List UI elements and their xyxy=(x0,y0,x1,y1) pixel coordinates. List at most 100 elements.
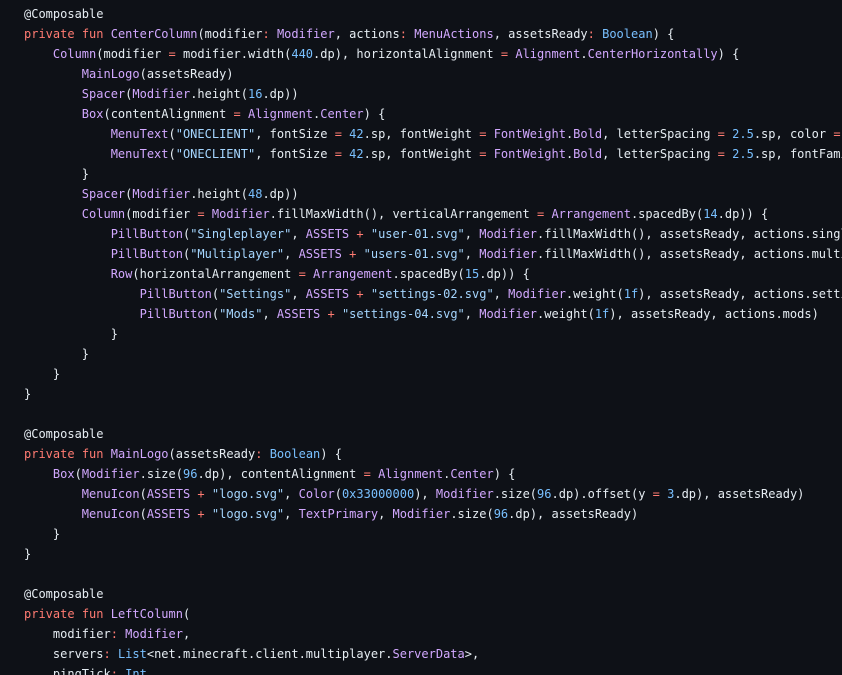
keyword-token: private xyxy=(24,27,75,41)
plain-token: , xyxy=(378,507,393,521)
code-line: Box(Modifier.size(96.dp), contentAlignme… xyxy=(24,464,842,484)
operator-token: + xyxy=(197,507,205,521)
number-token: 1f xyxy=(623,287,639,301)
string-token: "Mods" xyxy=(219,307,263,321)
string-token: "logo.svg" xyxy=(211,507,285,521)
annotation-token: @Composable xyxy=(24,587,104,601)
plain-token: .dp), assetsReady) xyxy=(508,507,639,521)
plain-token: , xyxy=(291,287,306,301)
function-token: PillButton xyxy=(110,227,183,241)
plain-token: ) { xyxy=(363,107,386,121)
plain-token: .sp, color xyxy=(753,127,834,141)
string-token: "ONECLIENT" xyxy=(175,147,256,161)
plain-token: , xyxy=(262,307,277,321)
code-line: private fun MainLogo(assetsReady: Boolea… xyxy=(24,444,842,464)
plain-token: servers xyxy=(24,647,104,661)
code-line: PillButton("Singleplayer", ASSETS + "use… xyxy=(24,224,842,244)
function-token: Column xyxy=(52,47,97,61)
plain-token: .fillMaxWidth(), assetsReady, actions.mu… xyxy=(537,247,842,261)
function-token: PillButton xyxy=(139,287,212,301)
plain-token: .spacedBy( xyxy=(392,267,465,281)
number-token: 42 xyxy=(349,147,364,161)
code-line: } xyxy=(24,324,842,344)
type-token: Modifier xyxy=(479,307,538,321)
type-token: Modifier xyxy=(435,487,494,501)
plain-token: (modifier xyxy=(125,207,198,221)
plain-token: , xyxy=(284,507,299,521)
type-token: ASSETS xyxy=(146,507,191,521)
function-token: PillButton xyxy=(139,307,212,321)
plain-token: .size( xyxy=(493,487,538,501)
code-line: MenuText("ONECLIENT", fontSize = 42.sp, … xyxy=(24,144,842,164)
plain-token: , xyxy=(146,667,155,675)
plain-token: } xyxy=(24,547,32,561)
code-line: @Composable xyxy=(24,584,842,604)
type-token: FontWeight xyxy=(493,127,566,141)
plain-token: modifier.width( xyxy=(175,47,292,61)
type-token: Center xyxy=(320,107,364,121)
plain-token: , xyxy=(182,627,191,641)
plain-token: (modifier xyxy=(96,47,169,61)
code-line: Column(modifier = Modifier.fillMaxWidth(… xyxy=(24,204,842,224)
function-token: Box xyxy=(81,107,104,121)
type-token: Bold xyxy=(573,147,603,161)
plain-token: ( xyxy=(211,307,220,321)
number-token: 2.5 xyxy=(732,127,754,141)
function-token: LeftColumn xyxy=(110,607,183,621)
plain-token: , letterSpacing xyxy=(602,127,718,141)
type-token: ASSETS xyxy=(305,287,350,301)
string-token: "settings-02.svg" xyxy=(370,287,494,301)
function-token: MenuIcon xyxy=(81,507,140,521)
operator-token: : xyxy=(399,27,407,41)
type-token: Bold xyxy=(573,127,603,141)
plain-token: .height( xyxy=(190,87,248,101)
type-token: Alignment xyxy=(248,107,314,121)
type-token: ASSETS xyxy=(305,227,350,241)
string-token: "Multiplayer" xyxy=(190,247,285,261)
operator-token: : xyxy=(110,667,118,675)
function-token: MainLogo xyxy=(81,67,140,81)
function-token: Spacer xyxy=(81,87,126,101)
type-token: Arrangement xyxy=(551,207,631,221)
code-line: Row(horizontalArrangement = Arrangement.… xyxy=(24,264,842,284)
operator-token: = xyxy=(298,267,306,281)
type-token: ASSETS xyxy=(276,307,321,321)
plain-token: .dp)) xyxy=(262,87,299,101)
annotation-token: @Composable xyxy=(24,427,104,441)
operator-token: : xyxy=(587,27,595,41)
plain-token: (contentAlignment xyxy=(103,107,234,121)
plain-token: .weight( xyxy=(537,307,595,321)
plain-token: , xyxy=(291,227,306,241)
code-line: @Composable xyxy=(24,4,842,24)
operator-token: = xyxy=(168,47,176,61)
plain-token: } xyxy=(24,347,90,361)
function-token: MenuText xyxy=(110,127,169,141)
plain-token: .size( xyxy=(139,467,183,481)
code-line: pingTick: Int, xyxy=(24,664,842,675)
function-token: Spacer xyxy=(81,187,126,201)
plain-token: (modifier xyxy=(197,27,263,41)
type-token: MenuActions xyxy=(414,27,494,41)
code-editor[interactable]: @Composable private fun CenterColumn(modi… xyxy=(0,0,842,675)
keyword-token: fun xyxy=(81,607,104,621)
code-line: servers: List<net.minecraft.client.multi… xyxy=(24,644,842,664)
type-token: TextPrimary xyxy=(298,507,379,521)
plain-token: ) { xyxy=(320,447,342,461)
plain-token: ( xyxy=(211,287,220,301)
code-area[interactable]: @Composable private fun CenterColumn(modi… xyxy=(24,4,842,675)
string-token: "ONECLIENT" xyxy=(175,127,256,141)
code-line: Spacer(Modifier.height(48.dp)) xyxy=(24,184,842,204)
